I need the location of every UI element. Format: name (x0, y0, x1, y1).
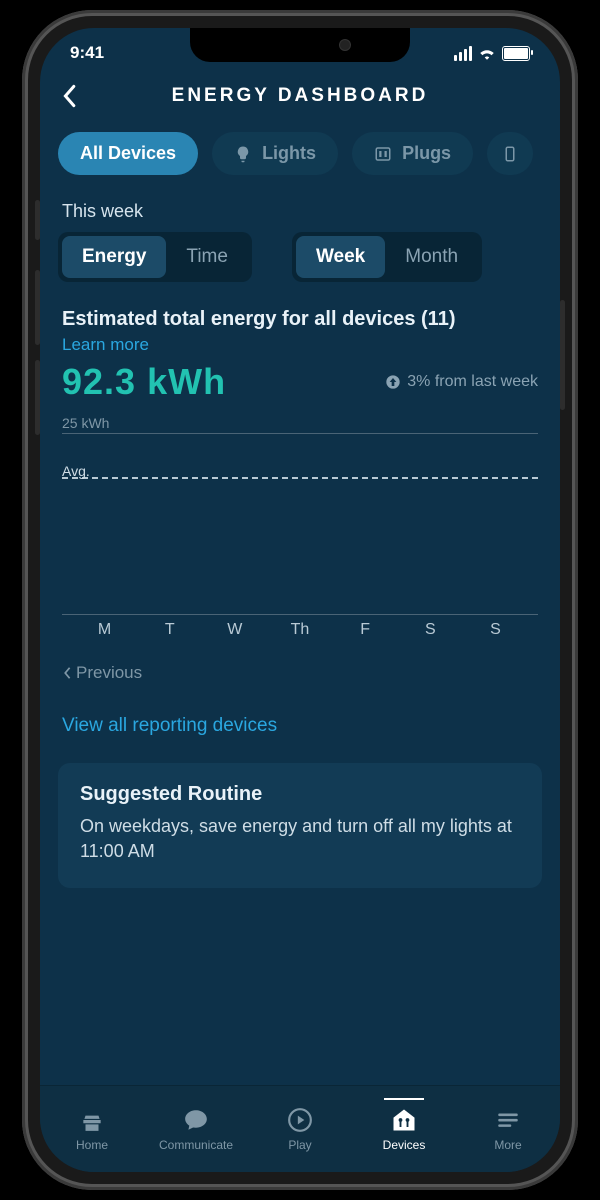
nav-label: Communicate (159, 1138, 233, 1152)
chevron-left-icon (62, 666, 72, 680)
delta-text: 3% from last week (407, 373, 538, 391)
nav-play[interactable]: Play (248, 1086, 352, 1172)
status-time: 9:41 (70, 43, 104, 63)
nav-label: Home (76, 1138, 108, 1152)
nav-label: Devices (383, 1138, 426, 1152)
period-label: This week (40, 175, 560, 232)
energy-delta: 3% from last week (385, 373, 538, 391)
wifi-icon (478, 46, 496, 60)
page-title: ENERGY DASHBOARD (84, 85, 516, 107)
metric-time[interactable]: Time (166, 236, 248, 278)
chart-xlabel: W (202, 621, 267, 639)
nav-communicate[interactable]: Communicate (144, 1086, 248, 1172)
nav-home[interactable]: Home (40, 1086, 144, 1172)
chart-xlabel: S (463, 621, 528, 639)
more-icon (494, 1106, 522, 1134)
range-week[interactable]: Week (296, 236, 385, 278)
chart-xlabel: S (398, 621, 463, 639)
app-header: ENERGY DASHBOARD (40, 78, 560, 126)
learn-more-link[interactable]: Learn more (62, 335, 538, 355)
devices-icon (390, 1106, 418, 1134)
previous-link[interactable]: Previous (40, 643, 560, 703)
chart-xlabel: M (72, 621, 137, 639)
tab-label: Plugs (402, 143, 451, 164)
bottom-nav: Home Communicate Play Devices More (40, 1085, 560, 1172)
metric-energy[interactable]: Energy (62, 236, 166, 278)
tab-all-devices[interactable]: All Devices (58, 132, 198, 175)
battery-icon (502, 46, 530, 61)
signal-icon (454, 46, 472, 61)
back-button[interactable] (60, 84, 84, 108)
plug-icon (374, 145, 392, 163)
range-toggle: Week Month (292, 232, 482, 282)
nav-label: More (494, 1138, 521, 1152)
energy-value: 92.3 kWh (62, 361, 226, 403)
nav-more[interactable]: More (456, 1086, 560, 1172)
home-icon (78, 1106, 106, 1134)
chart-ytick: 25 kWh (62, 415, 538, 431)
chart-xlabel: T (137, 621, 202, 639)
arrow-up-icon (385, 374, 401, 390)
chart-xlabel: Th (267, 621, 332, 639)
metric-toggle: Energy Time (58, 232, 252, 282)
previous-label: Previous (76, 663, 142, 683)
range-month[interactable]: Month (385, 236, 478, 278)
chart-xlabel: F (333, 621, 398, 639)
phone-icon (501, 145, 519, 163)
nav-devices[interactable]: Devices (352, 1086, 456, 1172)
device-category-tabs: All Devices Lights Plugs (40, 126, 560, 175)
play-icon (286, 1106, 314, 1134)
tab-label: All Devices (80, 143, 176, 164)
card-body: On weekdays, save energy and turn off al… (80, 814, 520, 864)
tab-other-device[interactable] (487, 132, 533, 175)
card-title: Suggested Routine (80, 783, 520, 806)
chat-icon (182, 1106, 210, 1134)
tab-plugs[interactable]: Plugs (352, 132, 473, 175)
estimate-heading: Estimated total energy for all devices (… (62, 308, 538, 331)
bulb-icon (234, 145, 252, 163)
nav-label: Play (288, 1138, 311, 1152)
tab-lights[interactable]: Lights (212, 132, 338, 175)
energy-chart: 25 kWh Avg. MTWThFSS (40, 403, 560, 643)
tab-label: Lights (262, 143, 316, 164)
view-all-link[interactable]: View all reporting devices (40, 703, 560, 763)
suggested-routine-card[interactable]: Suggested Routine On weekdays, save ener… (58, 763, 542, 888)
